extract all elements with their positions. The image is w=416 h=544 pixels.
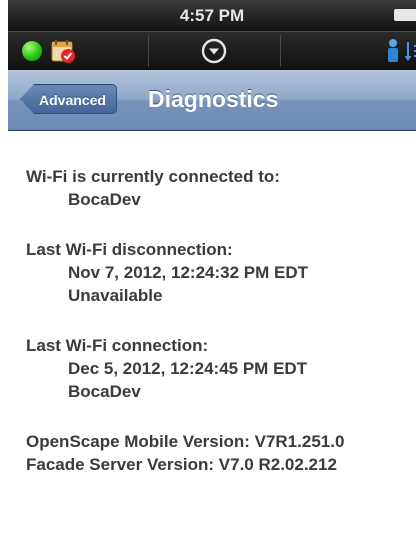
last-disconnection-time: Nov 7, 2012, 12:24:32 PM EDT	[68, 263, 309, 282]
status-bar: 4:57 PM	[8, 0, 416, 31]
toolbar-divider	[280, 35, 281, 67]
presence-status-icon[interactable]	[22, 41, 42, 61]
wifi-connected-value: BocaDev	[68, 190, 141, 209]
calendar-check-icon[interactable]	[50, 37, 78, 65]
version-section: OpenScape Mobile Version: V7R1.251.0 Fac…	[26, 430, 416, 476]
wifi-current-section: Wi-Fi is currently connected to: BocaDev	[26, 165, 416, 211]
facade-version: Facade Server Version: V7.0 R2.02.212	[26, 455, 337, 474]
sort-icon[interactable]	[404, 40, 416, 64]
last-disconnection-label: Last Wi-Fi disconnection:	[26, 240, 233, 259]
toolbar	[8, 31, 416, 71]
diagnostics-content: Wi-Fi is currently connected to: BocaDev…	[26, 165, 416, 503]
last-connection-section: Last Wi-Fi connection: Dec 5, 2012, 12:2…	[26, 334, 416, 403]
last-disconnection-network: Unavailable	[68, 286, 163, 305]
person-icon[interactable]	[386, 38, 400, 64]
navigation-bar: Advanced Diagnostics	[8, 70, 416, 131]
battery-icon	[394, 9, 416, 21]
status-time: 4:57 PM	[179, 6, 245, 25]
last-connection-time: Dec 5, 2012, 12:24:45 PM EDT	[68, 359, 308, 378]
wifi-connected-label: Wi-Fi is currently connected to:	[26, 167, 280, 186]
last-disconnection-section: Last Wi-Fi disconnection: Nov 7, 2012, 1…	[26, 238, 416, 307]
toolbar-divider	[148, 35, 149, 67]
last-connection-label: Last Wi-Fi connection:	[26, 336, 209, 355]
last-connection-network: BocaDev	[68, 382, 141, 401]
phone-screen: 4:57 PM Advanced Diagnostics Wi-Fi is cu…	[8, 0, 416, 544]
page-title: Diagnostics	[148, 86, 279, 112]
back-button-advanced[interactable]: Advanced	[20, 84, 117, 114]
chevron-down-circle-icon[interactable]	[201, 38, 227, 64]
openscape-version: OpenScape Mobile Version: V7R1.251.0	[26, 432, 345, 451]
